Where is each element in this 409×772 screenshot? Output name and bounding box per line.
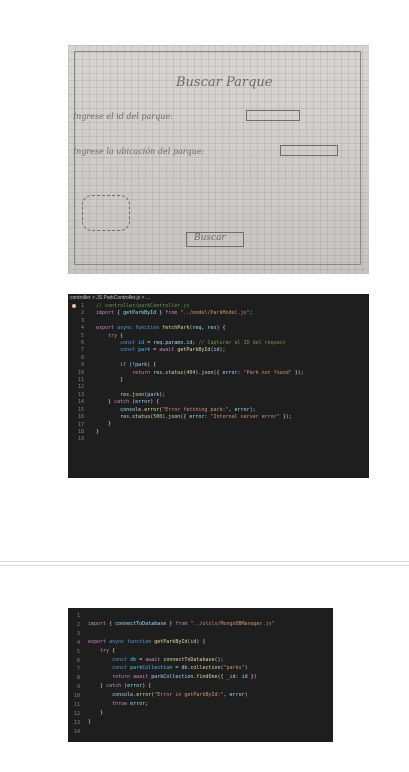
code-line-14: } catch (error) { (96, 399, 160, 406)
line-numbers: 1 2 3 4 5 6 7 8 9 10 11 12 13 14 15 16 1… (77, 303, 84, 443)
code-line-9: if (!park) { (120, 362, 157, 369)
sketch-map-area (82, 195, 130, 231)
code-line-15: console.error("Error fetching park:", er… (120, 406, 256, 413)
code-line-11: } (96, 377, 124, 383)
code-line-5: try { (100, 647, 116, 654)
code-line-8: return await parkCollection.findOne({ _i… (112, 674, 257, 681)
code-line-5: try { (108, 332, 124, 339)
sketch-location-label: Ingrese la ubicación del parque: (73, 147, 205, 156)
code-line-6: const db = await connectToDatabase(); (112, 656, 224, 663)
code-line-6: const id = req.params.id; // Capturar el… (120, 340, 286, 346)
code-line-17: } (96, 421, 112, 428)
code-line-2: import { connectToDatabase } from "../ut… (88, 620, 275, 627)
divider (0, 561, 409, 562)
breadcrumb[interactable]: controller > JS ParkController.js > ... (68, 294, 369, 303)
lightbulb-icon[interactable] (72, 304, 76, 308)
code-line-10: console.error("Error in getParkById:", e… (112, 692, 248, 699)
code-line-12: } (88, 709, 104, 716)
code-line-13: res.json(park); (120, 391, 166, 398)
sketch-id-label: Ingrese el id del parque: (73, 112, 173, 121)
sketch-id-input (246, 110, 300, 121)
code-line-11: throw error; (112, 701, 149, 707)
wireframe-photo: Buscar Parque Ingrese el id del parque: … (68, 45, 369, 274)
code-line-18: } (96, 428, 100, 435)
sketch-search-label: Buscar (194, 233, 226, 243)
code-editor-park-controller: controller > JS ParkController.js > ... … (68, 294, 369, 478)
code-line-1: // controller/parkController.js (96, 303, 190, 309)
code-line-7: const parkCollection = db.collection("pa… (112, 665, 248, 672)
code-line-10: return res.status(404).json({ error: "Pa… (132, 369, 304, 376)
code-line-9: } catch (error) { (88, 683, 152, 690)
sketch-title: Buscar Parque (176, 75, 273, 90)
code-line-16: res.status(500).json({ error: "Internal … (120, 414, 292, 420)
code-line-4: export async function fetchPark(req, res… (96, 325, 226, 332)
sketch-location-input (280, 145, 338, 156)
divider (0, 565, 409, 566)
code-line-2: import { getParkById } from "../model/Pa… (96, 310, 253, 317)
code-editor-park-model: 1 2 3 4 5 6 7 8 9 10 11 12 13 14 import … (68, 608, 333, 742)
code-line-13: } (88, 718, 92, 725)
line-numbers: 1 2 3 4 5 6 7 8 9 10 11 12 13 14 (73, 613, 80, 735)
code-line-4: export async function getParkById(id) { (88, 638, 206, 645)
code-line-7: const park = await getParkById(id); (120, 347, 226, 354)
